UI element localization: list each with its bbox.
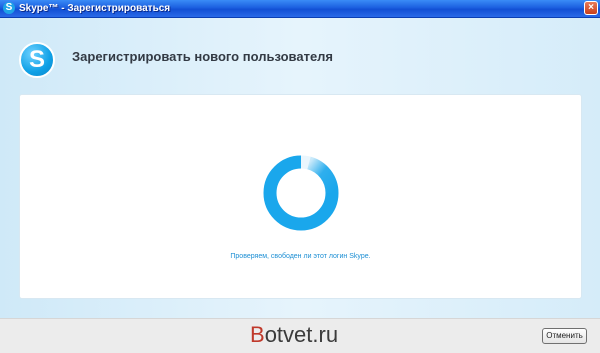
watermark-letter: B — [250, 322, 265, 347]
skype-logo-icon: S — [3, 2, 15, 14]
loading-spinner-icon — [263, 155, 339, 231]
window-title: Skype™ - Зарегистрироваться — [19, 3, 171, 14]
page-title: Зарегистрировать нового пользователя — [72, 49, 334, 64]
skype-register-window: S Skype™ - Зарегистрироваться × S Зареги… — [0, 0, 600, 353]
title-bar[interactable]: S Skype™ - Зарегистрироваться × — [0, 0, 600, 18]
content-panel: Проверяем, свободен ли этот логин Skype. — [19, 94, 582, 299]
client-area: S Зарегистрировать нового пользователя П… — [0, 18, 600, 318]
skype-logo: S — [19, 42, 55, 78]
watermark: Botvet.ru — [250, 322, 338, 348]
cancel-button[interactable]: Отменить — [542, 328, 587, 344]
footer-bar: Botvet.ru Отменить — [0, 318, 600, 353]
watermark-text: otvet.ru — [264, 322, 339, 347]
status-text: Проверяем, свободен ли этот логин Skype. — [230, 253, 371, 260]
close-button[interactable]: × — [584, 1, 598, 15]
